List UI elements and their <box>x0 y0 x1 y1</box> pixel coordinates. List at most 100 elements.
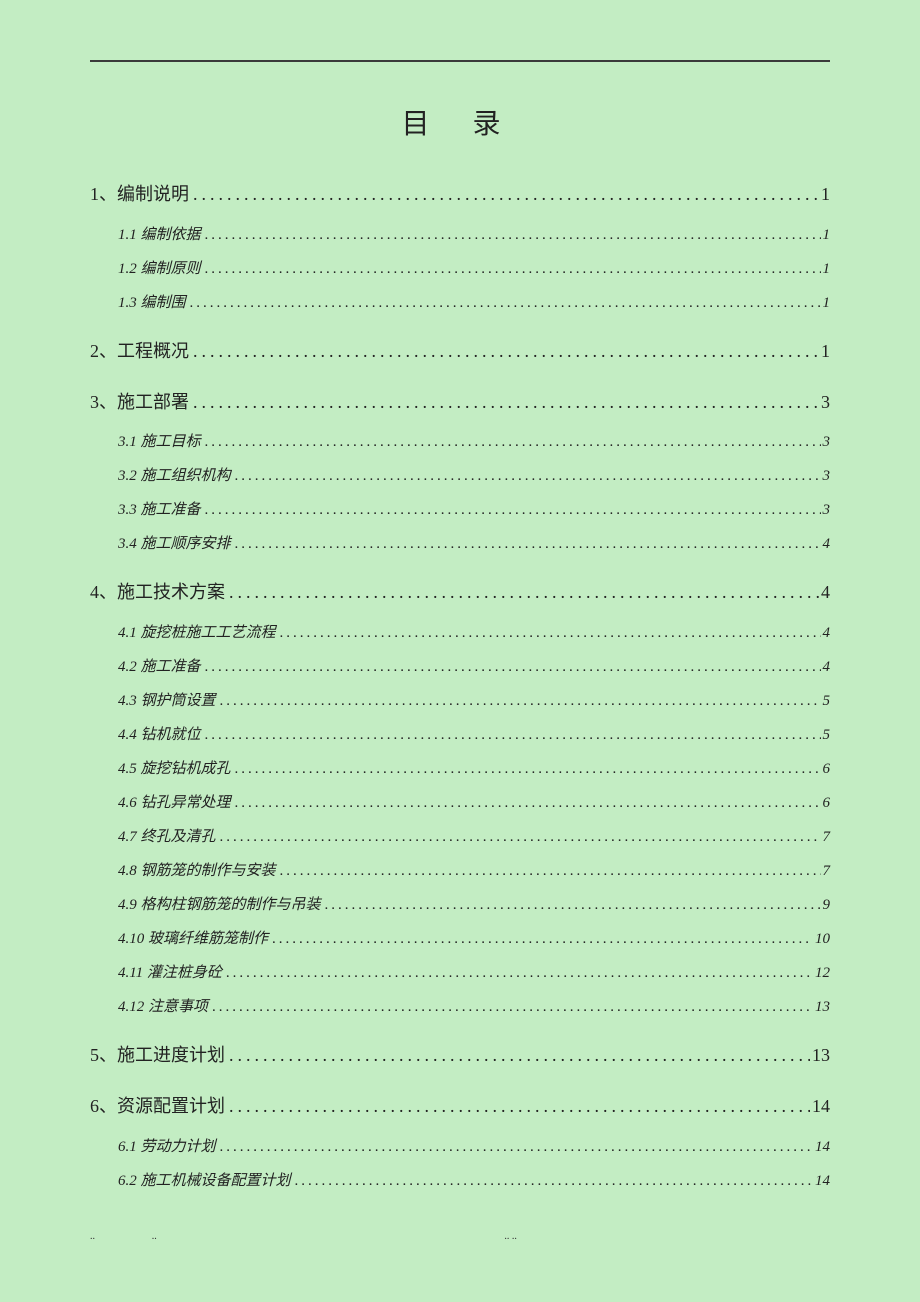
toc-page: 4 <box>821 655 831 679</box>
toc-entry: 3.4 施工顺序安排4 <box>90 532 830 556</box>
toc-page: 14 <box>813 1169 830 1193</box>
toc-label: 4.11 灌注桩身砼 <box>118 961 222 985</box>
toc-entry: 4.10 玻璃纤维筋笼制作 10 <box>90 927 830 951</box>
toc-leader <box>276 621 821 645</box>
toc-title: 目 录 <box>90 102 830 142</box>
toc-entry: 6、资源配置计划 14 <box>90 1092 830 1121</box>
toc-label: 4.8 钢筋笼的制作与安装 <box>118 859 276 883</box>
toc-page: 14 <box>813 1135 830 1159</box>
toc-page: 4 <box>821 621 831 645</box>
toc-leader <box>291 1169 813 1193</box>
toc-label: 3.1 施工目标 <box>118 430 201 454</box>
toc-entry: 4.1 旋挖桩施工工艺流程4 <box>90 621 830 645</box>
toc-label: 3.2 施工组织机构 <box>118 464 231 488</box>
toc-entry: 3.1 施工目标 3 <box>90 430 830 454</box>
toc-label: 1.3 编制围 <box>118 291 186 315</box>
toc-page: 4 <box>821 532 831 556</box>
toc-entry: 1、编制说明1 <box>90 180 830 209</box>
toc-page: 13 <box>813 995 830 1019</box>
toc-entry: 4.9 格构柱钢筋笼的制作与吊装 9 <box>90 893 830 917</box>
footer-marks: .. .. .. .. <box>90 1231 830 1242</box>
toc-leader <box>231 532 821 556</box>
toc-label: 6.2 施工机械设备配置计划 <box>118 1169 291 1193</box>
toc-page: 1 <box>821 257 831 281</box>
toc-entry: 4.12 注意事项 13 <box>90 995 830 1019</box>
toc-label: 4.3 钢护筒设置 <box>118 689 216 713</box>
toc-entry: 1.3 编制围 1 <box>90 291 830 315</box>
toc-leader <box>225 1041 810 1070</box>
toc-entry: 2、工程概况 1 <box>90 337 830 366</box>
toc-label: 1.2 编制原则 <box>118 257 201 281</box>
toc-leader <box>201 430 821 454</box>
toc-label: 4.6 钻孔异常处理 <box>118 791 231 815</box>
toc-page: 7 <box>821 825 831 849</box>
toc-page: 1 <box>819 337 830 366</box>
toc-entry: 4.8 钢筋笼的制作与安装 7 <box>90 859 830 883</box>
toc-entry: 1.2 编制原则 1 <box>90 257 830 281</box>
toc-entry: 4.5 旋挖钻机成孔 6 <box>90 757 830 781</box>
toc-page: 3 <box>821 430 831 454</box>
page: 目 录 1、编制说明11.1 编制依据11.2 编制原则11.3 编制围12、工… <box>0 0 920 1243</box>
toc-label: 6、资源配置计划 <box>90 1092 225 1121</box>
toc-label: 4、施工技术方案 <box>90 578 225 607</box>
toc-entry: 4、施工技术方案 4 <box>90 578 830 607</box>
toc-leader <box>201 723 821 747</box>
toc-entry: 4.11 灌注桩身砼 12 <box>90 961 830 985</box>
toc-leader <box>189 180 819 209</box>
toc-page: 1 <box>821 223 831 247</box>
toc-leader <box>231 464 821 488</box>
toc-leader <box>201 257 821 281</box>
toc-entry: 3.2 施工组织机构3 <box>90 464 830 488</box>
toc-leader <box>189 337 819 366</box>
toc-label: 3、施工部署 <box>90 388 189 417</box>
toc-label: 3.3 施工准备 <box>118 498 201 522</box>
toc-leader <box>222 961 813 985</box>
toc-page: 9 <box>821 893 831 917</box>
toc-entry: 3、施工部署 3 <box>90 388 830 417</box>
toc-label: 6.1 劳动力计划 <box>118 1135 216 1159</box>
toc-entry: 4.7 终孔及清孔 7 <box>90 825 830 849</box>
toc-entry: 3.3 施工准备3 <box>90 498 830 522</box>
toc-label: 2、工程概况 <box>90 337 189 366</box>
toc-page: 3 <box>819 388 830 417</box>
toc-page: 4 <box>819 578 830 607</box>
toc-entry: 5、施工进度计划13 <box>90 1041 830 1070</box>
toc-label: 1.1 编制依据 <box>118 223 201 247</box>
toc-page: 5 <box>821 723 831 747</box>
toc-label: 4.4 钻机就位 <box>118 723 201 747</box>
toc-page: 12 <box>813 961 830 985</box>
toc-leader <box>225 1092 810 1121</box>
toc-leader <box>208 995 813 1019</box>
toc-page: 10 <box>813 927 830 951</box>
toc-label: 4.9 格构柱钢筋笼的制作与吊装 <box>118 893 321 917</box>
toc-leader <box>231 757 821 781</box>
toc-entry: 4.4 钻机就位 5 <box>90 723 830 747</box>
toc-leader <box>216 1135 813 1159</box>
toc-label: 4.12 注意事项 <box>118 995 208 1019</box>
toc-label: 4.5 旋挖钻机成孔 <box>118 757 231 781</box>
toc-leader <box>201 655 821 679</box>
toc-entry: 4.2 施工准备 4 <box>90 655 830 679</box>
toc-leader <box>201 223 821 247</box>
toc-label: 1、编制说明 <box>90 180 189 209</box>
toc-page: 6 <box>821 757 831 781</box>
toc-label: 4.7 终孔及清孔 <box>118 825 216 849</box>
toc-label: 4.10 玻璃纤维筋笼制作 <box>118 927 268 951</box>
toc-page: 7 <box>821 859 831 883</box>
table-of-contents: 1、编制说明11.1 编制依据11.2 编制原则11.3 编制围12、工程概况1… <box>90 180 830 1193</box>
toc-leader <box>189 388 819 417</box>
toc-leader <box>186 291 821 315</box>
toc-leader <box>216 825 821 849</box>
toc-entry: 1.1 编制依据 1 <box>90 223 830 247</box>
toc-entry: 4.6 钻孔异常处理6 <box>90 791 830 815</box>
toc-entry: 4.3 钢护筒设置5 <box>90 689 830 713</box>
toc-label: 4.2 施工准备 <box>118 655 201 679</box>
toc-leader <box>231 791 821 815</box>
toc-page: 14 <box>810 1092 830 1121</box>
toc-leader <box>225 578 819 607</box>
toc-entry: 6.1 劳动力计划 14 <box>90 1135 830 1159</box>
toc-page: 1 <box>821 291 831 315</box>
toc-leader <box>216 689 821 713</box>
toc-leader <box>276 859 821 883</box>
toc-leader <box>321 893 821 917</box>
